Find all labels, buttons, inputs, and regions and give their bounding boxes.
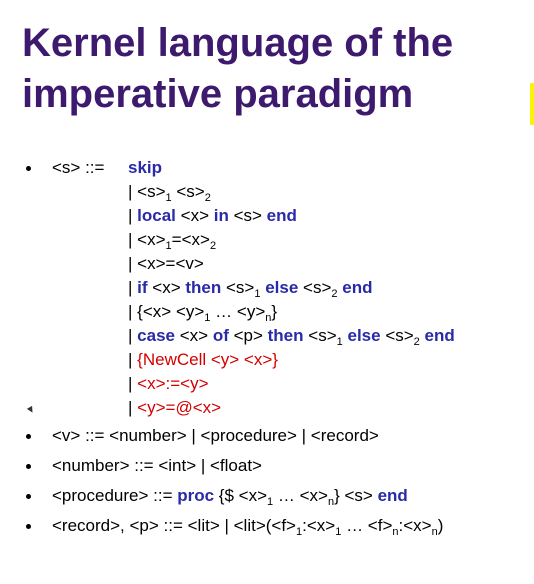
pipe: | bbox=[128, 374, 133, 393]
newcell-stmt: {NewCell <y> <x>} bbox=[137, 350, 278, 369]
highlight-bar bbox=[530, 83, 534, 125]
s-lhs: <s> ::= bbox=[52, 158, 105, 177]
x-token: <x> bbox=[152, 278, 181, 297]
s-alt-newcell: | {NewCell <y> <x>} bbox=[128, 350, 278, 370]
s-alt-sequence: | <s>1 <s>2 bbox=[128, 182, 211, 204]
s-skip: skip bbox=[128, 158, 162, 178]
record-a: :<x> bbox=[302, 516, 336, 535]
y-token: <y> bbox=[175, 302, 205, 321]
of-keyword: of bbox=[212, 326, 229, 345]
exchange-stmt: <y>=@<x> bbox=[137, 398, 222, 417]
s-token: <s> bbox=[233, 206, 262, 225]
v-def: <v> ::= <number> | <procedure> | <record… bbox=[52, 426, 379, 445]
bullet-icon bbox=[26, 166, 31, 171]
y-token: <y> bbox=[236, 302, 266, 321]
p-token: <p> bbox=[233, 326, 263, 345]
v-token: <v> bbox=[175, 254, 204, 273]
sub: 2 bbox=[204, 192, 211, 204]
number-def: <number> ::= <int> | <float> bbox=[52, 456, 262, 475]
pipe: | bbox=[128, 278, 133, 297]
procedure-tail: } <s> bbox=[334, 486, 378, 505]
s-token: <s> bbox=[385, 326, 414, 345]
x-token: <x> bbox=[180, 206, 209, 225]
end-keyword: end bbox=[266, 206, 297, 225]
number-rule: <number> ::= <int> | <float> bbox=[52, 456, 262, 476]
s-alt-local: | local <x> in <s> end bbox=[128, 206, 297, 226]
if-keyword: if bbox=[137, 278, 148, 297]
proc-keyword: proc bbox=[177, 486, 215, 505]
pipe: | bbox=[128, 326, 133, 345]
procedure-lhs: <procedure> ::= bbox=[52, 486, 178, 505]
end-keyword: end bbox=[377, 486, 408, 505]
pipe: | bbox=[128, 398, 133, 417]
bullet-icon bbox=[26, 524, 31, 529]
pipe: | bbox=[128, 254, 133, 273]
else-keyword: else bbox=[265, 278, 299, 297]
end-keyword: end bbox=[342, 278, 373, 297]
procedure-mid: … <x> bbox=[273, 486, 328, 505]
then-keyword: then bbox=[185, 278, 222, 297]
s-token: <s> bbox=[176, 182, 205, 201]
else-keyword: else bbox=[347, 326, 381, 345]
record-c: :<x> bbox=[398, 516, 432, 535]
x-token: <x> bbox=[142, 302, 172, 321]
x-token: <x> bbox=[137, 230, 166, 249]
s-rule-lhs: <s> ::= bbox=[52, 158, 104, 178]
local-keyword: local bbox=[137, 206, 176, 225]
record-close: ) bbox=[437, 516, 444, 535]
x-token: <x> bbox=[179, 326, 209, 345]
mouse-cursor-icon bbox=[26, 405, 36, 415]
v-rule: <v> ::= <number> | <procedure> | <record… bbox=[52, 426, 379, 446]
pipe: | bbox=[128, 230, 133, 249]
s-alt-case: | case <x> of <p> then <s>1 else <s>2 en… bbox=[128, 326, 455, 348]
bullet-icon bbox=[26, 464, 31, 469]
s-token: <s> bbox=[303, 278, 332, 297]
sub: 2 bbox=[413, 336, 420, 348]
pipe: | bbox=[128, 182, 133, 201]
sub: 1 bbox=[254, 288, 261, 300]
sub: 2 bbox=[331, 288, 338, 300]
pipe: | bbox=[128, 206, 133, 225]
in-keyword: in bbox=[213, 206, 229, 225]
s-alt-exchange: | <y>=@<x> bbox=[128, 398, 221, 418]
pipe: | bbox=[128, 350, 133, 369]
sub: 1 bbox=[204, 312, 211, 324]
record-b: … <f> bbox=[341, 516, 393, 535]
slide-title: Kernel language of the imperative paradi… bbox=[22, 18, 453, 120]
procedure-rule: <procedure> ::= proc {$ <x>1 … <x>n} <s>… bbox=[52, 486, 408, 508]
x-token: <x> bbox=[181, 230, 210, 249]
sub: 2 bbox=[209, 240, 217, 252]
title-line-1: Kernel language of the bbox=[22, 21, 454, 65]
procedure-body: {$ <x> bbox=[214, 486, 268, 505]
s-alt-if: | if <x> then <s>1 else <s>2 end bbox=[128, 278, 373, 300]
s-alt-bind: | <x>1=<x>2 bbox=[128, 230, 217, 252]
s-alt-call: | {<x> <y>1 … <y>n} bbox=[128, 302, 278, 324]
rbrace: } bbox=[271, 302, 278, 321]
s-alt-value: | <x>=<v> bbox=[128, 254, 204, 274]
title-line-2: imperative paradigm bbox=[22, 72, 414, 116]
assign-stmt: <x>:=<y> bbox=[137, 374, 209, 393]
sub: 1 bbox=[165, 192, 172, 204]
record-rule: <record>, <p> ::= <lit> | <lit>(<f>1:<x>… bbox=[52, 516, 444, 538]
s-token: <s> bbox=[137, 182, 166, 201]
then-keyword: then bbox=[267, 326, 304, 345]
bullet-icon bbox=[26, 494, 31, 499]
s-alt-assign: | <x>:=<y> bbox=[128, 374, 209, 394]
ellipsis: … bbox=[215, 302, 233, 321]
eq: = bbox=[165, 254, 176, 273]
x-token: <x> bbox=[137, 254, 166, 273]
end-keyword: end bbox=[424, 326, 455, 345]
sub: 1 bbox=[336, 336, 343, 348]
case-keyword: case bbox=[137, 326, 175, 345]
s-token: <s> bbox=[226, 278, 255, 297]
skip-keyword: skip bbox=[128, 158, 163, 177]
eq: = bbox=[171, 230, 182, 249]
record-head: <record>, <p> ::= <lit> | <lit>(<f> bbox=[52, 516, 296, 535]
bullet-icon bbox=[26, 434, 31, 439]
pipe: | bbox=[128, 302, 133, 321]
s-token: <s> bbox=[308, 326, 337, 345]
